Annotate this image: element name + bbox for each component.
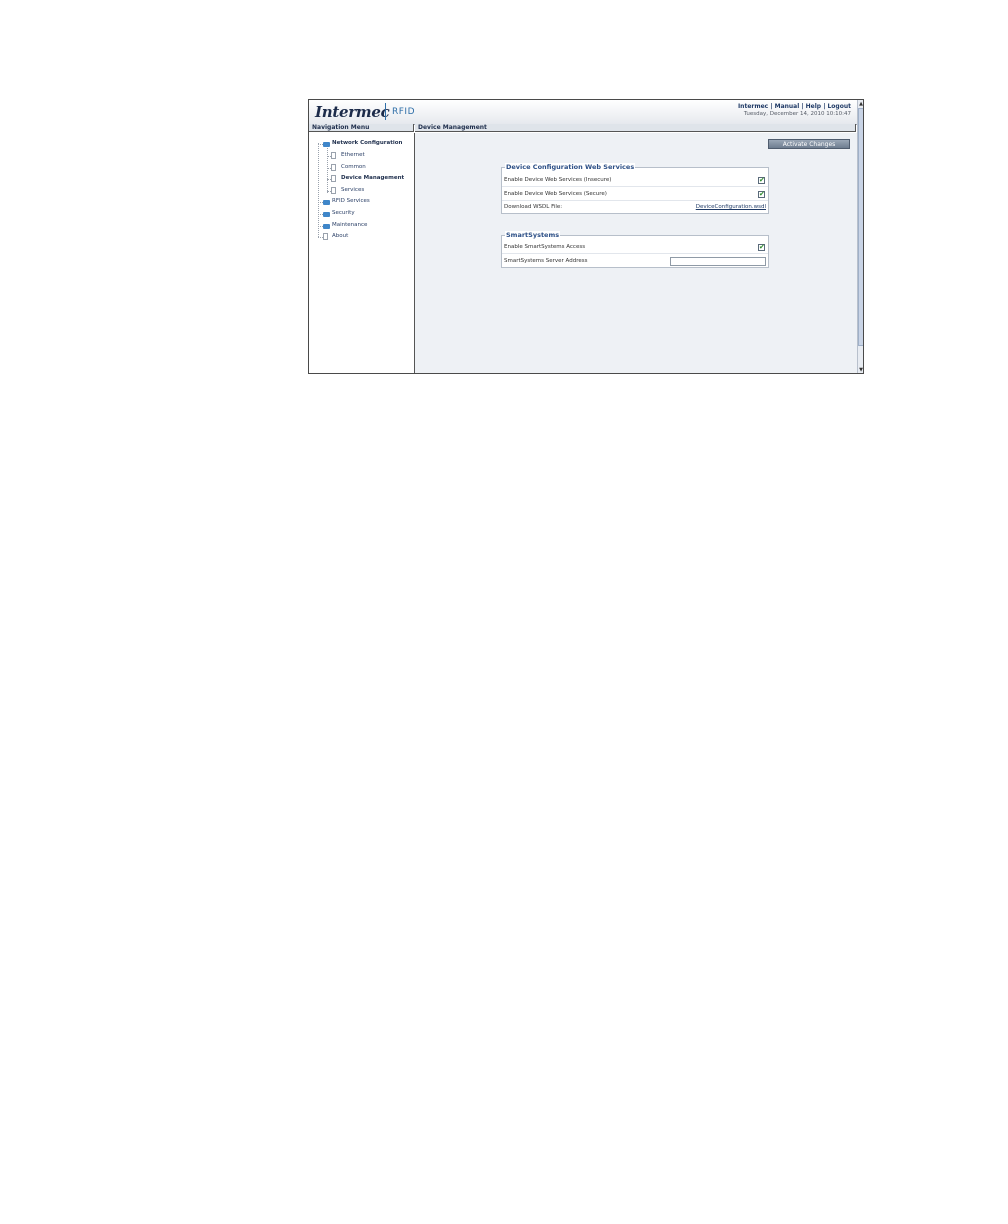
- title-bars: Navigation Menu Device Management: [309, 124, 857, 133]
- checkmark-icon: ✔: [759, 243, 765, 251]
- folder-icon: [323, 142, 330, 147]
- nav-item-security[interactable]: Security: [332, 210, 355, 217]
- vertical-scrollbar[interactable]: ▲ ▼: [857, 100, 863, 373]
- nav-item-network-configuration[interactable]: Network Configuration: [332, 140, 402, 147]
- form-row: Download WSDL File: DeviceConfiguration.…: [502, 201, 768, 214]
- secure-web-services-label: Enable Device Web Services (Secure): [504, 191, 607, 197]
- nav-item-about[interactable]: About: [332, 233, 348, 240]
- device-config-fieldset: Device Configuration Web Services Enable…: [501, 163, 769, 214]
- nav-item-maintenance[interactable]: Maintenance: [332, 222, 367, 229]
- help-link[interactable]: Help: [806, 103, 821, 110]
- nav-item-services[interactable]: Services: [341, 187, 364, 194]
- nav-panel-title: Navigation Menu: [309, 124, 414, 132]
- tree-line: [327, 148, 328, 193]
- insecure-web-services-label: Enable Device Web Services (Insecure): [504, 177, 612, 183]
- scroll-down-icon[interactable]: ▼: [858, 366, 863, 373]
- smartsystems-fieldset: SmartSystems Enable SmartSystems Access …: [501, 231, 769, 268]
- page-icon: [331, 164, 336, 171]
- page-icon: [331, 175, 336, 182]
- form-row: SmartSystems Server Address: [502, 255, 768, 268]
- nav-item-common[interactable]: Common: [341, 164, 366, 171]
- page-icon: [331, 187, 336, 194]
- form-row: Enable Device Web Services (Insecure) ✔: [502, 174, 768, 187]
- nav-item-ethernet[interactable]: Ethernet: [341, 152, 365, 159]
- intermec-link[interactable]: Intermec: [738, 103, 768, 110]
- manual-link[interactable]: Manual: [775, 103, 800, 110]
- nav-item-rfid-services[interactable]: RFID Services: [332, 198, 370, 205]
- form-row: Enable SmartSystems Access ✔: [502, 241, 768, 254]
- tree-line: [318, 143, 319, 237]
- form-row: Enable Device Web Services (Secure) ✔: [502, 188, 768, 201]
- activate-changes-button[interactable]: Activate Changes: [768, 139, 850, 149]
- logo-divider: [385, 103, 386, 120]
- insecure-web-services-checkbox[interactable]: ✔: [758, 176, 765, 184]
- app-header: Intermec RFID Intermec | Manual | Help |…: [309, 100, 857, 125]
- device-config-legend: Device Configuration Web Services: [505, 163, 636, 171]
- scroll-thumb[interactable]: [858, 108, 863, 346]
- smartsystems-legend: SmartSystems: [505, 231, 561, 239]
- scroll-up-icon[interactable]: ▲: [858, 100, 863, 108]
- folder-icon: [323, 224, 330, 229]
- folder-icon: [323, 212, 330, 217]
- rfid-logo-text: RFID: [392, 107, 416, 117]
- folder-icon: [323, 200, 330, 205]
- secure-web-services-checkbox[interactable]: ✔: [758, 190, 765, 198]
- main-panel: Activate Changes Device Configuration We…: [415, 133, 857, 373]
- wsdl-download-label: Download WSDL File:: [504, 204, 563, 210]
- date-time: Tuesday, December 14, 2010 10:10:47: [743, 111, 851, 117]
- page-icon: [331, 152, 336, 159]
- nav-item-device-management[interactable]: Device Management: [341, 175, 404, 182]
- checkmark-icon: ✔: [759, 176, 765, 184]
- browser-window: Intermec RFID Intermec | Manual | Help |…: [308, 99, 864, 374]
- top-links: Intermec | Manual | Help | Logout: [738, 103, 851, 110]
- page-icon: [323, 233, 328, 240]
- logout-link[interactable]: Logout: [827, 103, 851, 110]
- server-address-input[interactable]: [670, 257, 766, 266]
- intermec-logo: Intermec: [315, 103, 390, 121]
- smartsystems-access-label: Enable SmartSystems Access: [504, 244, 586, 250]
- checkmark-icon: ✔: [759, 190, 765, 198]
- navigation-menu: Network Configuration Ethernet Common De…: [309, 133, 415, 373]
- server-address-label: SmartSystems Server Address: [504, 258, 588, 264]
- wsdl-download-link[interactable]: DeviceConfiguration.wsdl: [696, 204, 766, 210]
- main-panel-title: Device Management: [415, 124, 856, 132]
- smartsystems-access-checkbox[interactable]: ✔: [758, 243, 765, 251]
